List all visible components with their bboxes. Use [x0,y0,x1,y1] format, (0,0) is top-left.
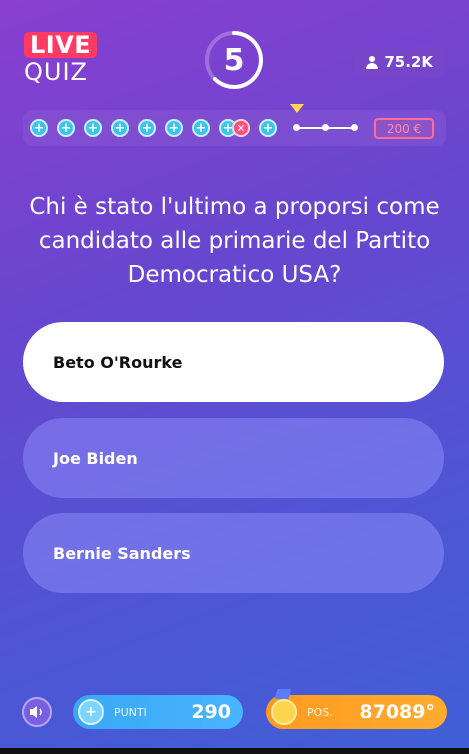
answer-label: Joe Biden [53,448,138,468]
speaker-icon [30,706,42,718]
answer-option-3[interactable]: Bernie Sanders [23,513,444,593]
medal-icon [271,699,297,725]
viewer-count: 75.2K [384,53,433,71]
step-correct-icon: + [259,119,277,137]
answer-option-1[interactable]: Beto O'Rourke [23,322,444,402]
answer-label: Bernie Sanders [53,543,191,563]
live-quiz-logo: LIVE QUIZ [24,32,98,90]
answer-label: Beto O'Rourke [53,352,183,372]
position-value: 87089° [359,701,435,723]
logo-quiz-text: QUIZ [24,58,88,86]
step-pending-icon [322,124,329,131]
points-pill: + PUNTI 290 [73,695,243,729]
person-icon [366,55,379,69]
bottom-divider [0,748,469,754]
answer-option-2[interactable]: Joe Biden [23,418,444,498]
points-value: 290 [191,701,231,723]
step-correct-icon: + [138,119,156,137]
current-step-marker-icon [290,104,304,113]
position-pill: POS. 87089° [266,695,447,729]
step-wrong-icon: ✕ [232,119,250,137]
step-pending-icon [293,124,300,131]
step-pending-icon [351,124,358,131]
gem-plus-icon: + [78,699,104,725]
step-correct-icon: + [57,119,75,137]
points-label: PUNTI [114,705,147,719]
step-correct-icon: + [84,119,102,137]
sound-toggle-button[interactable] [22,697,52,727]
timer-value: 5 [223,42,245,78]
step-correct-icon: + [192,119,210,137]
step-correct-icon: + [30,119,48,137]
logo-live-text: LIVE [24,32,98,58]
viewer-count-badge: 75.2K [354,47,445,77]
step-correct-icon: + [165,119,183,137]
question-text: Chi è stato l'ultimo a proporsi come can… [29,194,440,288]
prize-badge: 200 € [374,118,434,139]
step-correct-icon: + [111,119,129,137]
position-label: POS. [307,705,333,719]
countdown-timer: 5 [203,29,265,91]
